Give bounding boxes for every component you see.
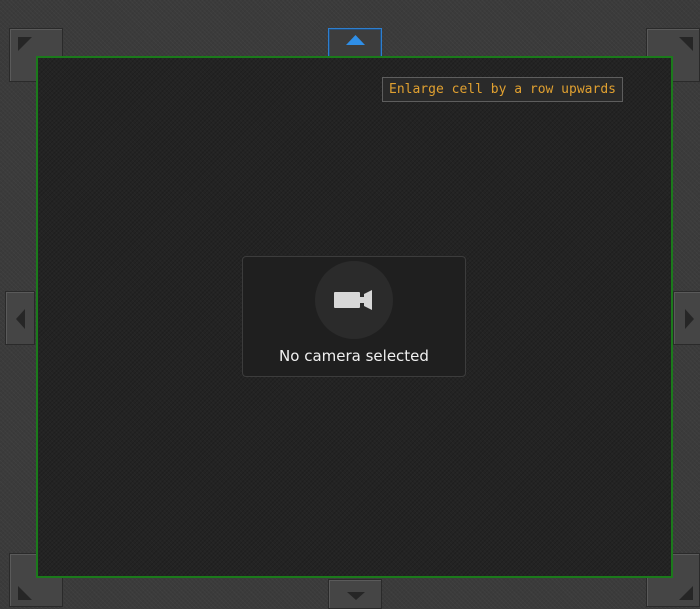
arrow-down-icon xyxy=(347,592,365,600)
arrow-up-icon xyxy=(346,35,365,45)
enlarge-up-button[interactable] xyxy=(328,28,382,58)
no-camera-placeholder: No camera selected xyxy=(242,256,466,377)
enlarge-left-button[interactable] xyxy=(5,291,35,345)
enlarge-down-button[interactable] xyxy=(328,579,382,609)
arrow-left-icon xyxy=(16,309,25,329)
video-camera-icon xyxy=(334,290,372,310)
arrow-right-icon xyxy=(685,309,694,329)
layout-cell-editor: No camera selected Enlarge cell by a row… xyxy=(0,0,700,609)
enlarge-right-button[interactable] xyxy=(673,291,700,345)
no-camera-label: No camera selected xyxy=(279,347,429,365)
camera-icon-circle xyxy=(315,261,393,339)
tooltip: Enlarge cell by a row upwards xyxy=(382,77,623,102)
